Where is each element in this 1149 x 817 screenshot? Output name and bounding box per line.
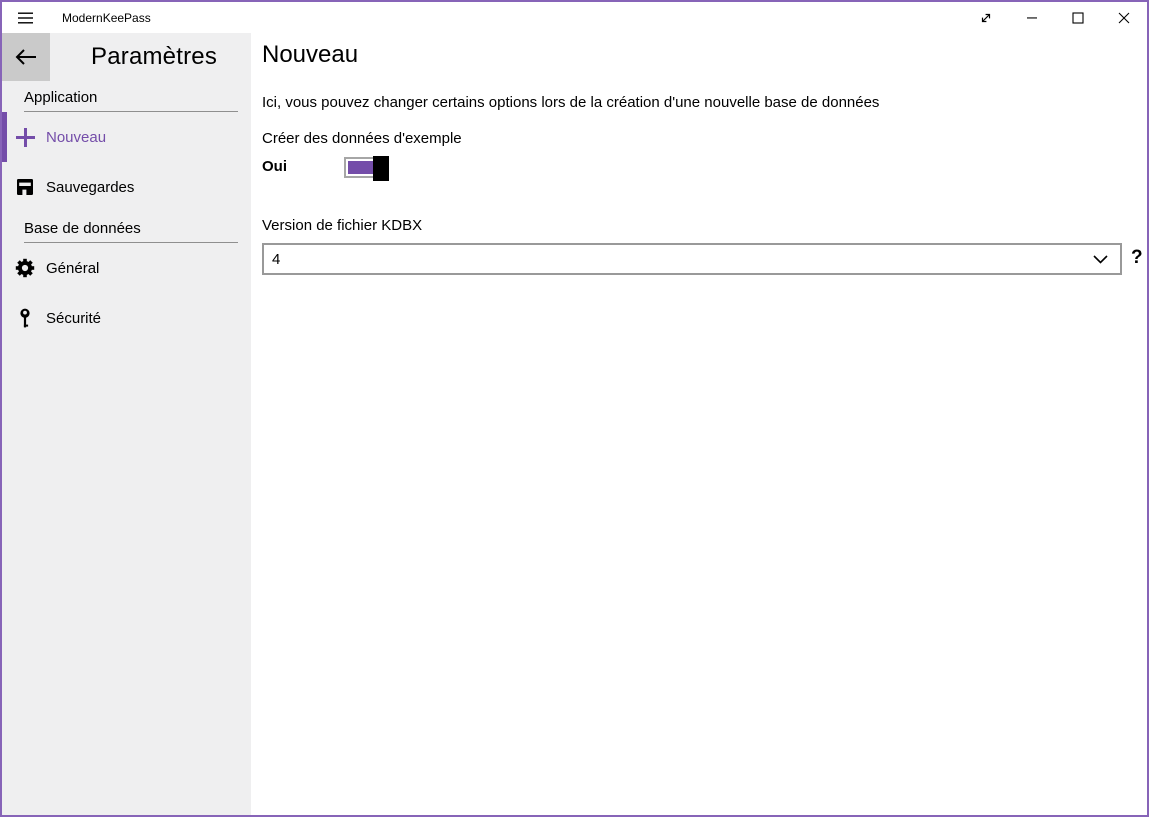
sidebar-item-label: Général <box>46 260 99 277</box>
app-title: ModernKeePass <box>62 11 151 25</box>
chevron-down-icon <box>1093 255 1108 264</box>
key-icon <box>15 308 35 328</box>
kdbx-version-label: Version de fichier KDBX <box>262 217 422 234</box>
close-button[interactable] <box>1101 2 1147 33</box>
sidebar-section-database: Base de données <box>24 220 238 243</box>
sidebar-item-general[interactable]: Général <box>2 243 251 293</box>
fullscreen-icon <box>979 11 993 25</box>
hamburger-icon <box>18 12 33 24</box>
save-icon <box>15 177 35 197</box>
sample-data-label: Créer des données d'exemple <box>262 130 462 147</box>
sidebar-item-label: Nouveau <box>46 129 106 146</box>
combobox-selected-value: 4 <box>272 251 1093 268</box>
sidebar-item-label: Sauvegardes <box>46 179 134 196</box>
sidebar-section-application: Application <box>24 89 238 112</box>
kdbx-help-button[interactable]: ? <box>1131 247 1143 269</box>
maximize-icon <box>1072 12 1084 24</box>
sidebar-item-sauvegardes[interactable]: Sauvegardes <box>2 162 251 212</box>
kdbx-version-combobox[interactable]: 4 <box>262 243 1122 275</box>
toggle-state-label: Oui <box>262 158 287 175</box>
plus-icon <box>15 127 35 147</box>
sidebar-item-securite[interactable]: Sécurité <box>2 293 251 343</box>
maximize-button[interactable] <box>1055 2 1101 33</box>
settings-pane-title: Paramètres <box>91 43 217 71</box>
back-button[interactable] <box>2 33 50 81</box>
close-icon <box>1118 12 1130 24</box>
settings-sidebar: Paramètres Application Nouveau <box>2 33 251 815</box>
back-arrow-icon <box>14 48 38 66</box>
toggle-thumb[interactable] <box>373 156 389 181</box>
fullscreen-button[interactable] <box>963 2 1009 33</box>
page-title: Nouveau <box>262 41 358 69</box>
hamburger-menu-button[interactable] <box>2 2 48 33</box>
settings-content: Nouveau Ici, vous pouvez changer certain… <box>251 33 1147 815</box>
sidebar-item-label: Sécurité <box>46 310 101 327</box>
app-window: ModernKeePass <box>0 0 1149 817</box>
sidebar-header: Paramètres <box>2 33 251 81</box>
page-description: Ici, vous pouvez changer certains option… <box>262 94 879 111</box>
titlebar: ModernKeePass <box>2 2 1147 33</box>
sample-data-toggle[interactable] <box>344 157 385 178</box>
minimize-icon <box>1026 12 1038 24</box>
window-body: Paramètres Application Nouveau <box>2 33 1147 815</box>
gear-icon <box>15 258 35 278</box>
minimize-button[interactable] <box>1009 2 1055 33</box>
sidebar-item-nouveau[interactable]: Nouveau <box>2 112 251 162</box>
